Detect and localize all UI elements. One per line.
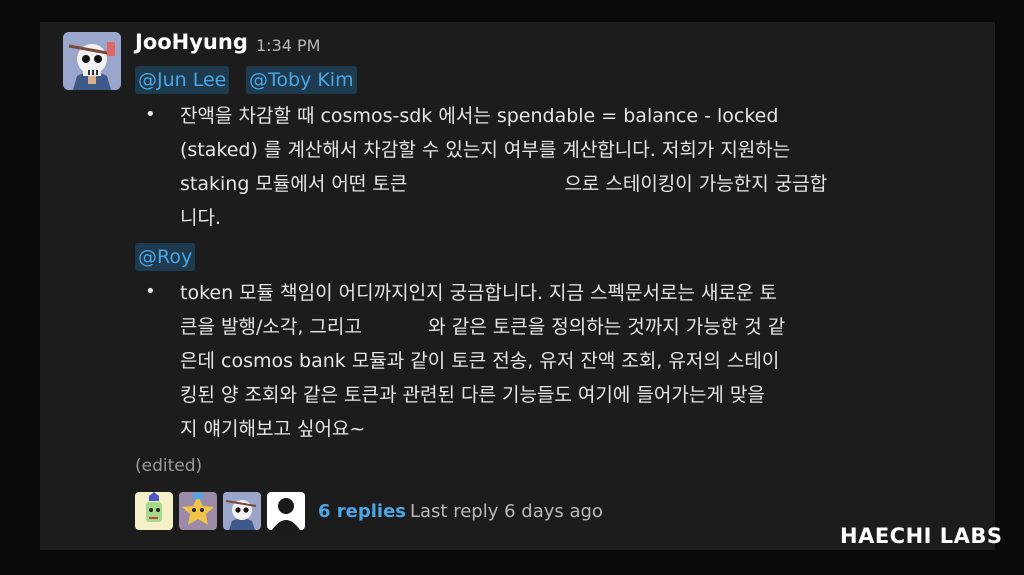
author-name[interactable]: JooHyung <box>135 30 248 54</box>
mention-roy[interactable]: @Roy <box>135 243 196 271</box>
reply-avatar-green[interactable] <box>135 492 173 530</box>
bullet-1-text: 잔액을 차감할 때 cosmos-sdk 에서는 spendable = bal… <box>180 99 885 235</box>
author-avatar[interactable] <box>63 32 121 90</box>
reply-avatar-placeholder[interactable] <box>267 492 305 530</box>
mention-jun-lee[interactable]: @Jun Lee <box>135 66 230 94</box>
bullet-1-line: 니다. <box>180 207 221 229</box>
reply-avatar-skull[interactable] <box>223 492 261 530</box>
bullet-2-line: 큰을 발행/소각, 그리고 와 같은 토큰을 정의하는 것까지 가능한 것 같 <box>180 316 786 338</box>
bullet-2-line: 은데 cosmos bank 모듈과 같이 토큰 전송, 유저 잔액 조회, 유… <box>180 350 780 372</box>
message-timestamp[interactable]: 1:34 PM <box>256 36 320 55</box>
bullet-2-line: 지 얘기해보고 싶어요~ <box>180 418 366 440</box>
edited-label: (edited) <box>135 456 203 476</box>
bullet-marker: • <box>145 281 156 302</box>
last-reply-time: Last reply 6 days ago <box>410 501 603 522</box>
bullet-1-line: 잔액을 차감할 때 cosmos-sdk 에서는 spendable = bal… <box>180 105 779 127</box>
bullet-2-line: token 모듈 책임이 어디까지인지 궁금합니다. 지금 스펙문서로는 새로운… <box>180 282 777 304</box>
brand-logo-text: HAECHI LABS <box>840 524 1003 548</box>
bullet-1-line: staking 모듈에서 어떤 토큰 으로 스테이킹이 가능한지 궁금합 <box>180 173 828 195</box>
thread-replies-link[interactable]: 6 replies <box>318 501 406 522</box>
mention-toby-kim[interactable]: @Toby Kim <box>246 66 357 94</box>
bullet-marker: • <box>145 104 156 125</box>
bullet-2-text: token 모듈 책임이 어디까지인지 궁금합니다. 지금 스펙문서로는 새로운… <box>180 276 885 446</box>
bullet-1-line: (staked) 를 계산해서 차감할 수 있는지 여부를 계산합니다. 저희가… <box>180 139 791 161</box>
bullet-2-line: 킹된 양 조회와 같은 토큰과 관련된 다른 기능들도 여기에 들어가는게 맞을 <box>180 384 765 406</box>
reply-avatar-purple[interactable] <box>179 492 217 530</box>
